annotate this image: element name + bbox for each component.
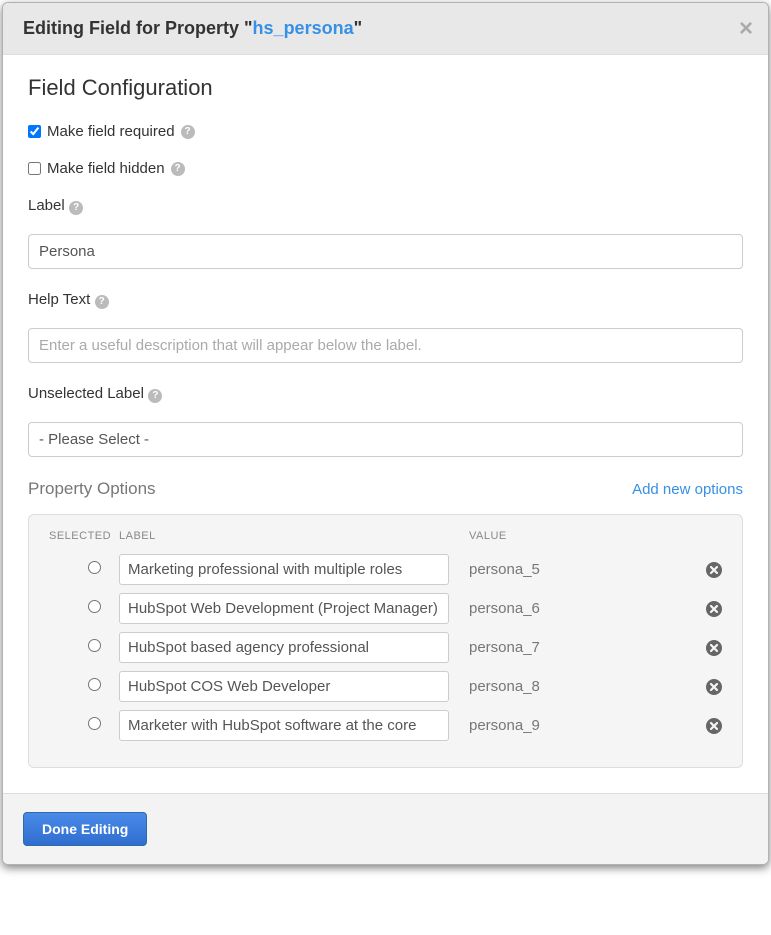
option-label-input[interactable] (119, 554, 449, 585)
option-radio[interactable] (88, 561, 101, 574)
delete-icon[interactable] (706, 562, 722, 578)
hidden-checkbox-row: Make field hidden ? (28, 160, 743, 177)
option-row: persona_5 (49, 554, 722, 585)
modal-dialog: Editing Field for Property "hs_persona" … (2, 2, 769, 865)
option-radio[interactable] (88, 678, 101, 691)
option-label-input[interactable] (119, 593, 449, 624)
title-suffix: " (354, 18, 363, 38)
add-options-link[interactable]: Add new options (632, 481, 743, 498)
option-row: persona_8 (49, 671, 722, 702)
help-icon[interactable]: ? (148, 389, 162, 403)
modal-title: Editing Field for Property "hs_persona" (23, 18, 748, 39)
option-radio[interactable] (88, 600, 101, 613)
option-value: persona_8 (469, 678, 540, 695)
done-editing-button[interactable]: Done Editing (23, 812, 147, 846)
option-label-input[interactable] (119, 671, 449, 702)
option-value: persona_6 (469, 600, 540, 617)
label-group: Label ? (28, 197, 743, 269)
options-header: Property Options Add new options (28, 479, 743, 499)
options-box: SELECTED LABEL VALUE persona_5 persona_6p… (28, 514, 743, 768)
help-icon[interactable]: ? (181, 125, 195, 139)
option-label-input[interactable] (119, 632, 449, 663)
title-prefix: Editing Field for Property " (23, 18, 253, 38)
required-checkbox-row: Make field required ? (28, 123, 743, 140)
help-icon[interactable]: ? (95, 295, 109, 309)
help-text-label: Help Text (28, 291, 90, 308)
delete-icon[interactable] (706, 601, 722, 617)
delete-icon[interactable] (706, 718, 722, 734)
property-name: hs_persona (253, 18, 354, 38)
option-label-input[interactable] (119, 710, 449, 741)
modal-body: Field Configuration Make field required … (3, 55, 768, 793)
help-text-input[interactable] (28, 328, 743, 363)
unselected-label-label: Unselected Label (28, 385, 144, 402)
delete-icon[interactable] (706, 679, 722, 695)
label-input[interactable] (28, 234, 743, 269)
hidden-label: Make field hidden (47, 160, 165, 177)
hidden-checkbox[interactable] (28, 162, 41, 175)
option-radio[interactable] (88, 639, 101, 652)
col-label: LABEL (119, 530, 449, 542)
option-radio[interactable] (88, 717, 101, 730)
delete-icon[interactable] (706, 640, 722, 656)
required-checkbox[interactable] (28, 125, 41, 138)
option-value: persona_5 (469, 561, 540, 578)
modal-header: Editing Field for Property "hs_persona" … (3, 3, 768, 55)
help-icon[interactable]: ? (171, 162, 185, 176)
required-label: Make field required (47, 123, 175, 140)
section-title: Field Configuration (28, 75, 743, 101)
modal-footer: Done Editing (3, 793, 768, 864)
help-icon[interactable]: ? (69, 201, 83, 215)
unselected-label-group: Unselected Label ? (28, 385, 743, 457)
col-value: VALUE (449, 530, 722, 542)
close-icon[interactable]: × (739, 17, 753, 41)
option-value: persona_7 (469, 639, 540, 656)
col-selected: SELECTED (49, 530, 119, 542)
options-table-header: SELECTED LABEL VALUE (49, 530, 722, 542)
option-row: persona_7 (49, 632, 722, 663)
label-field-label: Label (28, 197, 65, 214)
options-title: Property Options (28, 479, 156, 499)
help-text-group: Help Text ? (28, 291, 743, 363)
option-row: persona_9 (49, 710, 722, 741)
unselected-label-input[interactable] (28, 422, 743, 457)
option-value: persona_9 (469, 717, 540, 734)
option-row: persona_6 (49, 593, 722, 624)
